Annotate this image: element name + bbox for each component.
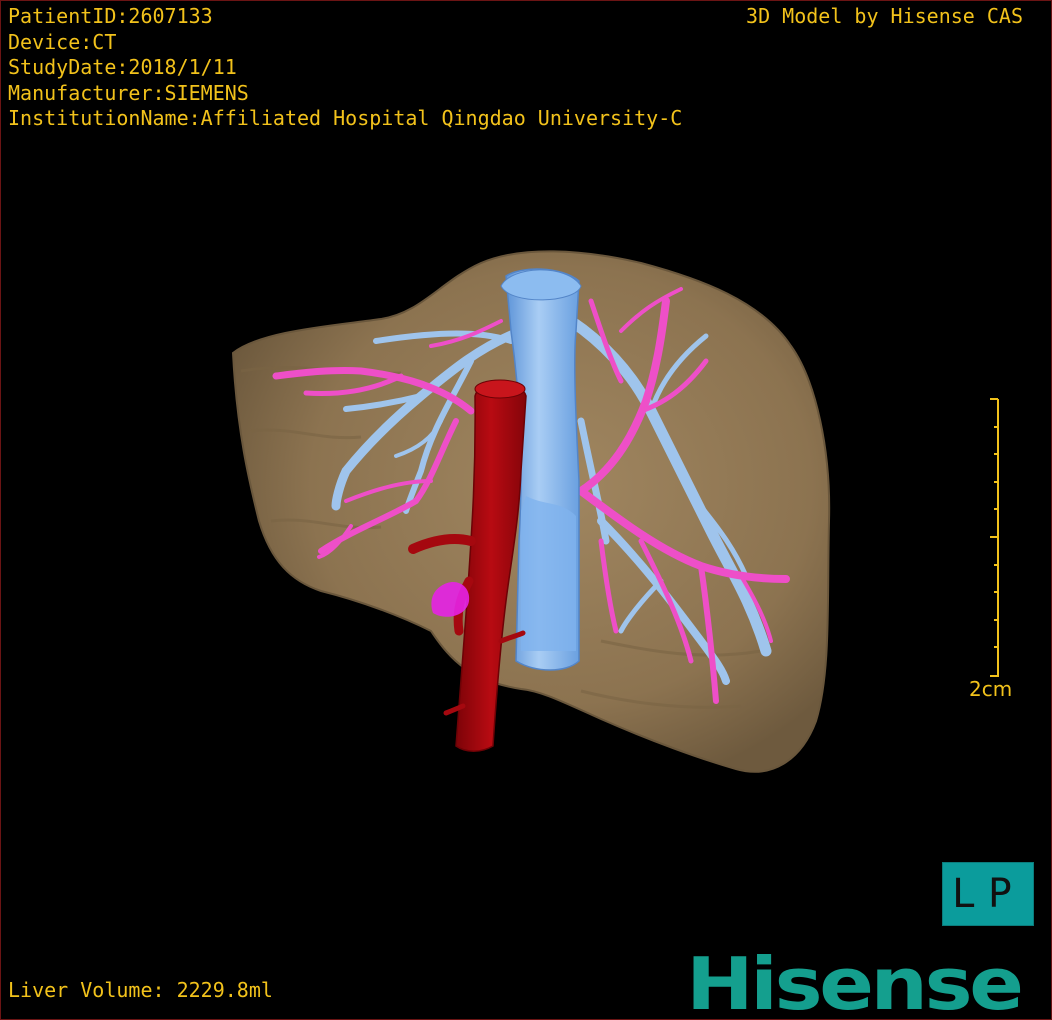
model-credit: 3D Model by Hisense CAS [746,4,1023,28]
device: Device:CT [8,29,117,54]
dicom-info-overlay: PatientID:2607133 Device:CT StudyDate:20… [8,4,682,132]
manufacturer: Manufacturer:SIEMENS [8,80,249,105]
study-date: StudyDate:2018/1/11 [8,55,237,79]
institution-name: InstitutionName:Affiliated Hospital Qing… [8,106,683,130]
orientation-indicator[interactable]: LP [942,862,1034,926]
liver-3d-model[interactable] [1,1,1051,1019]
patient-id: PatientID:2607133 [8,4,213,28]
scale-bar [990,398,999,677]
hisense-logo: Hisense [686,942,1025,1020]
3d-viewport[interactable]: PatientID:2607133 Device:CT StudyDate:20… [0,0,1052,1020]
scale-bar-label: 2cm [969,677,1013,701]
liver-volume: Liver Volume: 2229.8ml [8,978,273,1002]
